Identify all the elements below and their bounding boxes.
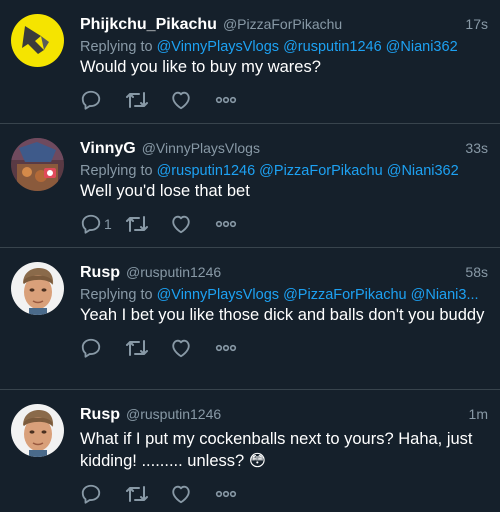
replying-to: Replying to @rusputin1246 @PizzaForPikac… <box>80 163 488 179</box>
reply-icon <box>81 484 101 504</box>
display-name[interactable]: Phijkchu_Pikachu <box>80 16 217 34</box>
reply-icon <box>81 338 101 358</box>
like-button[interactable] <box>170 483 215 505</box>
tweet-actions <box>80 482 488 506</box>
like-button[interactable] <box>170 213 215 235</box>
retweet-icon <box>126 92 148 108</box>
reply-button[interactable]: 1 <box>80 213 125 235</box>
more-icon <box>215 96 237 104</box>
tweet-text: What if I put my cockenballs next to you… <box>80 430 473 470</box>
replying-to: Replying to @VinnyPlaysVlogs @PizzaForPi… <box>80 287 488 303</box>
tweet[interactable]: Rusp @rusputin1246 58s Replying to @Vinn… <box>0 248 500 390</box>
tweet-actions: 1 <box>80 212 488 236</box>
retweet-icon <box>126 216 148 232</box>
mention-link[interactable]: @VinnyPlaysVlogs <box>157 39 279 55</box>
mention-link[interactable]: @VinnyPlaysVlogs <box>157 287 279 303</box>
replying-to-label: Replying to <box>80 39 153 55</box>
mention-link[interactable]: @rusputin1246 <box>283 39 382 55</box>
mention-link[interactable]: @Niani362 <box>387 163 459 179</box>
photo-avatar-icon <box>11 138 64 191</box>
mention-link[interactable]: @PizzaForPikachu <box>259 163 383 179</box>
replying-to-label: Replying to <box>80 287 153 303</box>
tweet[interactable]: Rusp @rusputin1246 1m What if I put my c… <box>0 390 500 512</box>
user-handle[interactable]: @PizzaForPikachu <box>223 16 342 32</box>
reply-button[interactable] <box>80 483 125 505</box>
tweet-text: Well you'd lose that bet <box>80 182 250 200</box>
mention-link[interactable]: @Niani362 <box>386 39 458 55</box>
reply-icon <box>81 214 101 234</box>
user-handle[interactable]: @rusputin1246 <box>126 264 221 280</box>
more-options-button[interactable] <box>215 489 260 499</box>
tweet-text: Yeah I bet you like those dick and balls… <box>80 306 485 324</box>
like-button[interactable] <box>170 337 215 359</box>
reply-button[interactable] <box>80 337 125 359</box>
avatar[interactable] <box>11 262 64 315</box>
more-icon <box>215 490 237 498</box>
tweet[interactable]: VinnyG @VinnyPlaysVlogs 33s Replying to … <box>0 124 500 248</box>
timestamp[interactable]: 33s <box>465 140 488 156</box>
timeline: Phijkchu_Pikachu @PizzaForPikachu 17s Re… <box>0 0 500 512</box>
retweet-button[interactable] <box>125 483 170 505</box>
tweet-actions <box>80 336 488 360</box>
more-options-button[interactable] <box>215 95 260 105</box>
reply-count: 1 <box>104 216 112 232</box>
retweet-button[interactable] <box>125 89 170 111</box>
user-handle[interactable]: @VinnyPlaysVlogs <box>142 140 260 156</box>
avatar[interactable] <box>11 14 64 67</box>
avatar[interactable] <box>11 404 64 457</box>
user-handle[interactable]: @rusputin1246 <box>126 406 221 422</box>
reply-button[interactable] <box>80 89 125 111</box>
display-name[interactable]: Rusp <box>80 406 120 424</box>
display-name[interactable]: VinnyG <box>80 140 136 158</box>
replying-to: Replying to @VinnyPlaysVlogs @rusputin12… <box>80 39 488 55</box>
tweet-actions <box>80 88 488 112</box>
reply-icon <box>81 90 101 110</box>
pikachu-avatar-icon <box>11 14 64 67</box>
replying-to-label: Replying to <box>80 163 153 179</box>
retweet-icon <box>126 340 148 356</box>
retweet-icon <box>126 486 148 502</box>
mention-link[interactable]: @PizzaForPikachu <box>283 287 407 303</box>
like-icon <box>172 339 190 358</box>
display-name[interactable]: Rusp <box>80 264 120 282</box>
tweet-text: Would you like to buy my wares? <box>80 58 321 76</box>
like-icon <box>172 91 190 110</box>
avatar[interactable] <box>11 138 64 191</box>
tweet[interactable]: Phijkchu_Pikachu @PizzaForPikachu 17s Re… <box>0 0 500 124</box>
timestamp[interactable]: 17s <box>465 16 488 32</box>
like-button[interactable] <box>170 89 215 111</box>
more-icon <box>215 220 237 228</box>
mention-link[interactable]: @Niani3... <box>411 287 479 303</box>
retweet-button[interactable] <box>125 213 170 235</box>
more-options-button[interactable] <box>215 219 260 229</box>
mention-link[interactable]: @rusputin1246 <box>157 163 256 179</box>
timestamp[interactable]: 1m <box>469 406 488 422</box>
like-icon <box>172 215 190 234</box>
more-icon <box>215 344 237 352</box>
face-avatar-icon <box>11 404 64 457</box>
face-avatar-icon <box>11 262 64 315</box>
timestamp[interactable]: 58s <box>465 264 488 280</box>
retweet-button[interactable] <box>125 337 170 359</box>
more-options-button[interactable] <box>215 343 260 353</box>
like-icon <box>172 485 190 504</box>
